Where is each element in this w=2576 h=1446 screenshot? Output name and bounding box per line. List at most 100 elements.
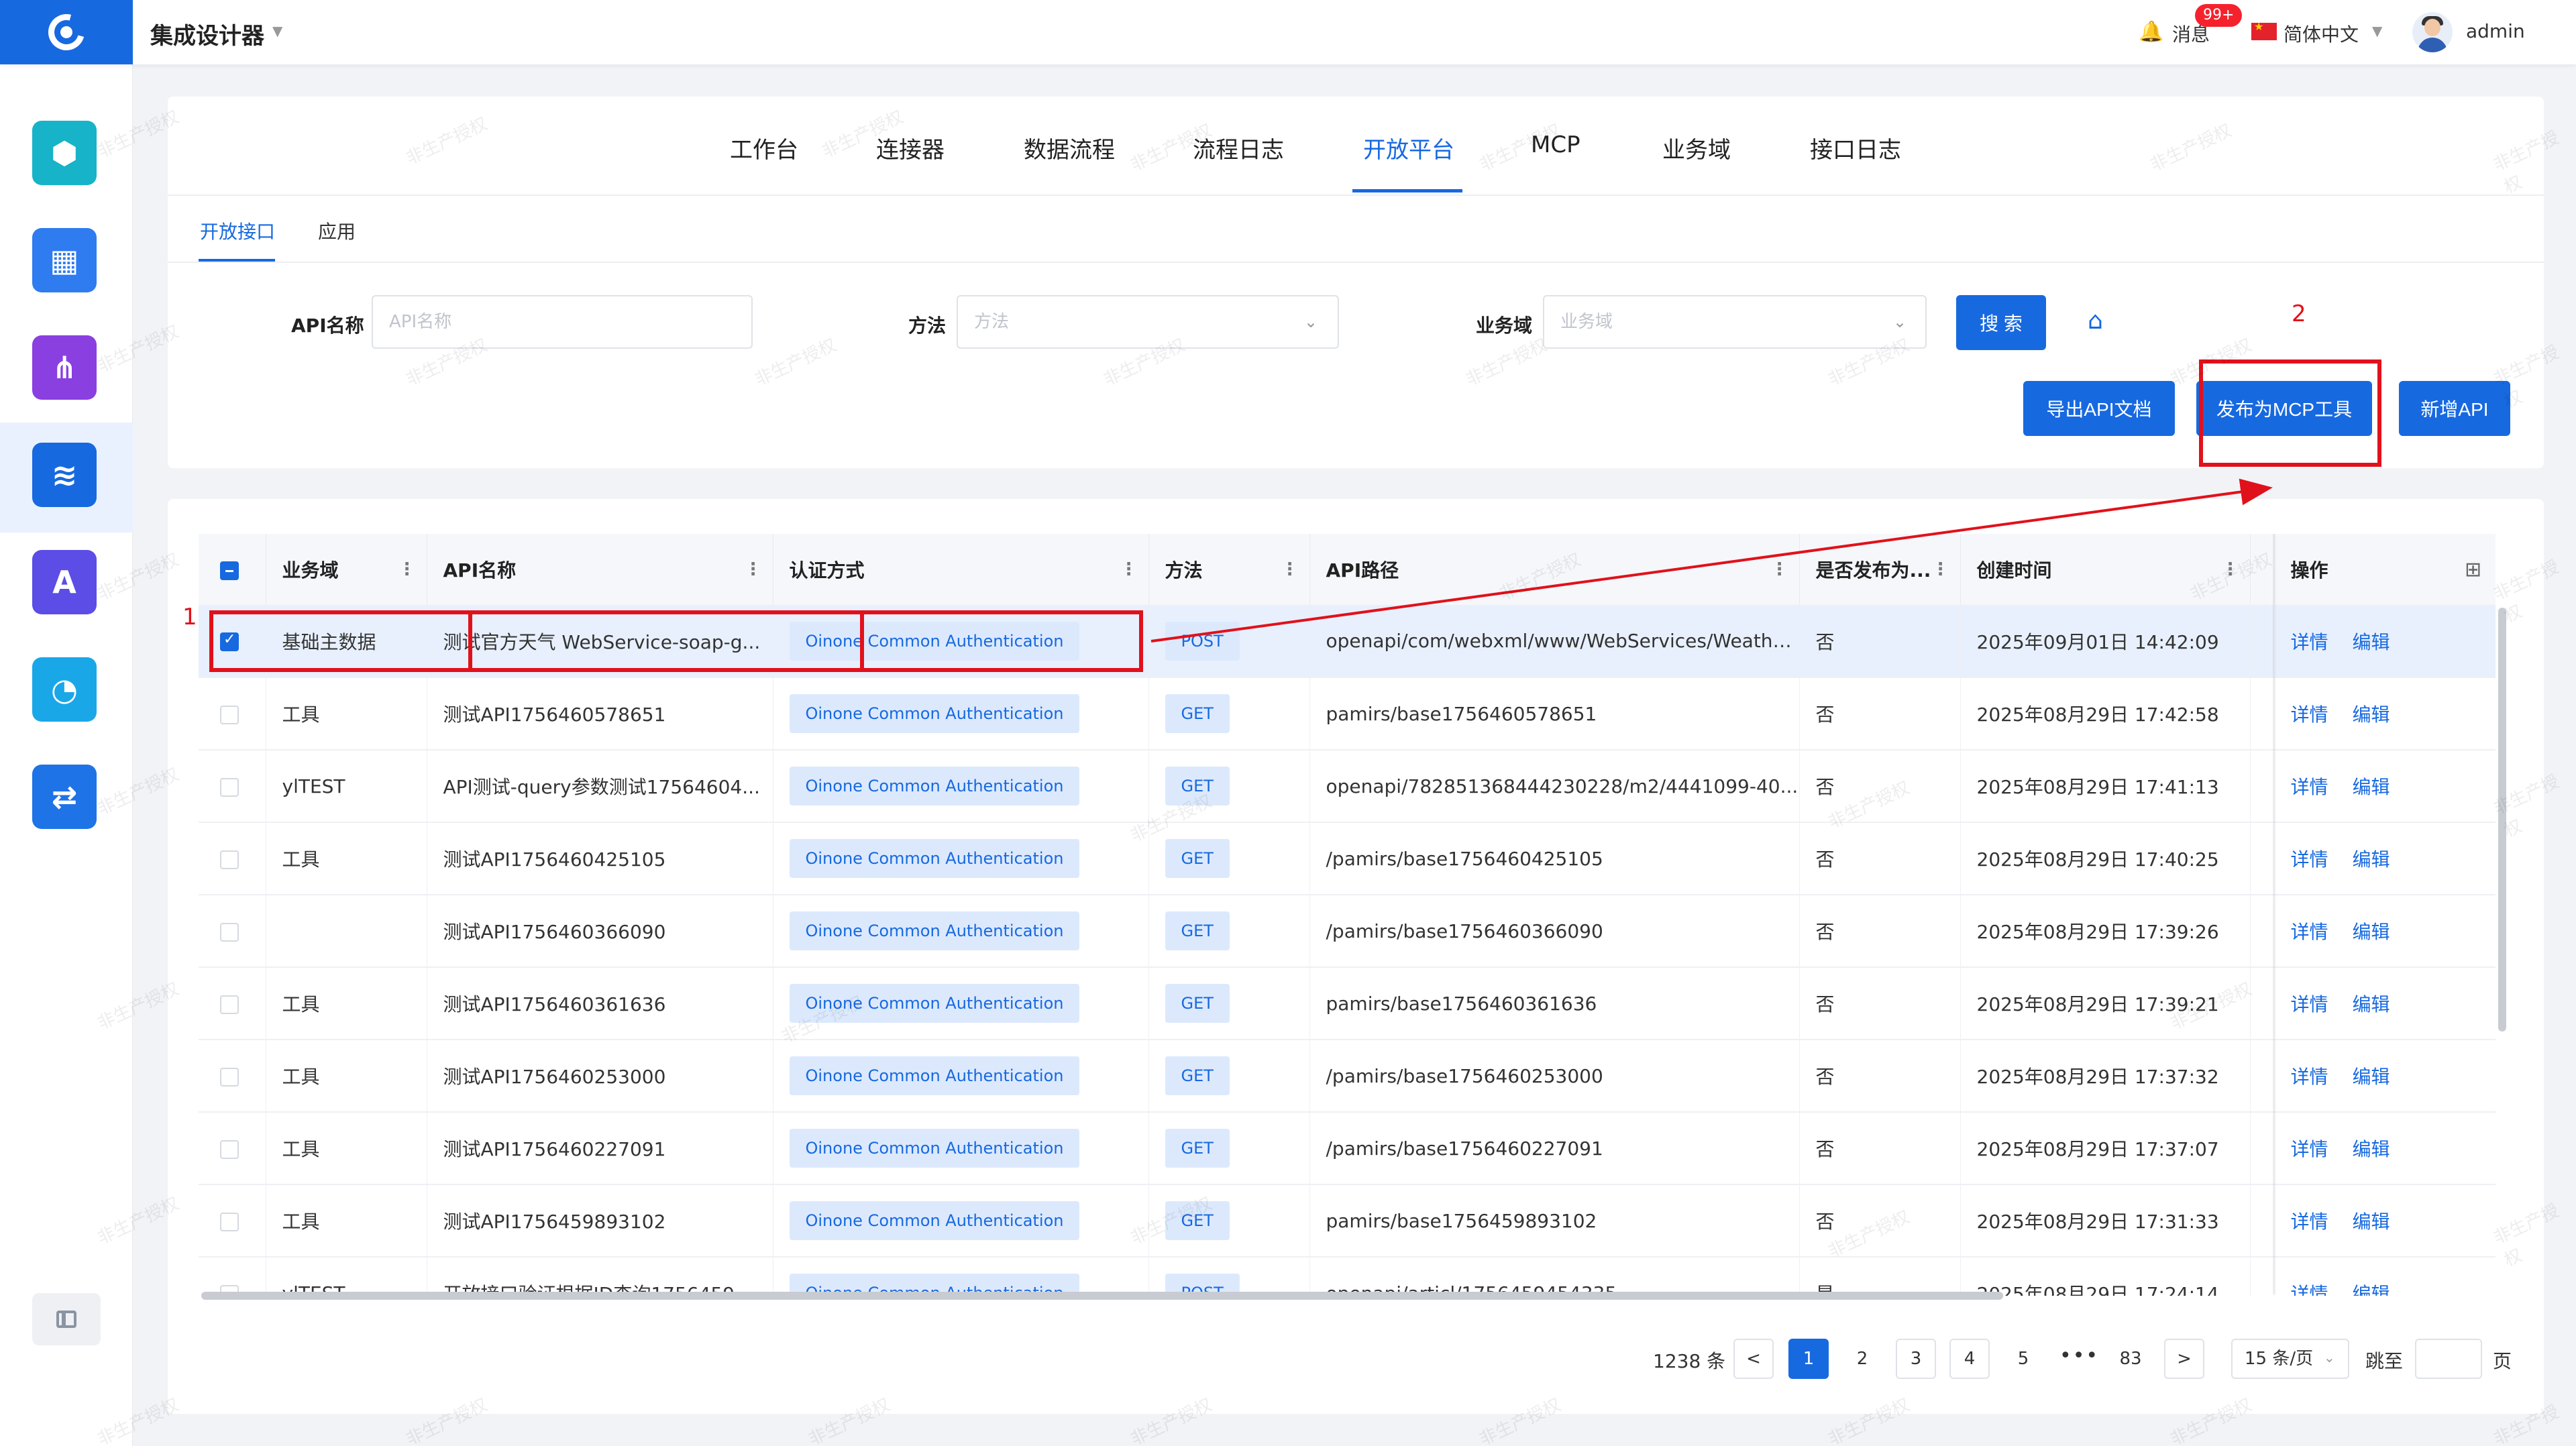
row-checkbox[interactable]: [220, 777, 239, 797]
table-row[interactable]: 测试API1756460366090 Oinone Common Authenti…: [199, 895, 2496, 968]
a-letter-icon[interactable]: A: [32, 550, 97, 614]
row-select-cell[interactable]: [199, 1184, 266, 1258]
reset-broom-icon[interactable]: ⌂: [2088, 307, 2103, 335]
table-row[interactable]: 工具 测试API1756460253000 Oinone Common Authen…: [199, 1040, 2496, 1113]
table-row[interactable]: 工具 测试API1756460578651 Oinone Common Authen…: [199, 677, 2496, 750]
api-name-input[interactable]: [372, 295, 753, 349]
table-row[interactable]: 工具 测试API1756460227091 Oinone Common Authen…: [199, 1112, 2496, 1185]
chevron-down-icon[interactable]: ⌄: [1893, 313, 1907, 331]
column-menu-icon[interactable]: ⋮: [745, 559, 762, 579]
column-menu-icon[interactable]: ⋮: [2222, 559, 2239, 579]
detail-link[interactable]: 详情: [2291, 1138, 2328, 1160]
detail-link[interactable]: 详情: [2291, 1283, 2328, 1296]
table-row[interactable]: 工具 测试API1756459893102 Oinone Common Authen…: [199, 1184, 2496, 1258]
table-row[interactable]: ylTEST 开放接口验证根据ID查询1756459... Oinone Commo…: [199, 1257, 2496, 1296]
search-button[interactable]: 搜 索: [1956, 295, 2046, 350]
edit-link[interactable]: 编辑: [2353, 1211, 2390, 1233]
row-select-cell[interactable]: [199, 1257, 266, 1296]
column-menu-icon[interactable]: ⋮: [398, 559, 416, 579]
row-checkbox[interactable]: [220, 1212, 239, 1231]
row-select-cell[interactable]: [199, 822, 266, 895]
horizontal-scrollbar[interactable]: [201, 1292, 2003, 1300]
tab-workbench[interactable]: 工作台: [730, 131, 798, 164]
pagination-page-3[interactable]: 3: [1896, 1339, 1936, 1379]
row-select-cell[interactable]: [199, 1112, 266, 1185]
edit-link[interactable]: 编辑: [2353, 1066, 2390, 1088]
edit-link[interactable]: 编辑: [2353, 704, 2390, 726]
pagination-page-1[interactable]: 1: [1788, 1339, 1829, 1379]
detail-link[interactable]: 详情: [2291, 776, 2328, 798]
table-row[interactable]: 工具 测试API1756460361636 Oinone Common Authen…: [199, 967, 2496, 1040]
china-flag-icon[interactable]: [2251, 20, 2277, 40]
tab-connectors[interactable]: 连接器: [876, 131, 945, 164]
app-logo[interactable]: [0, 0, 133, 64]
edit-link[interactable]: 编辑: [2353, 1138, 2390, 1160]
column-menu-icon[interactable]: ⋮: [1281, 559, 1299, 579]
pagination-ellipsis[interactable]: •••: [2059, 1344, 2099, 1368]
column-menu-icon[interactable]: ⋮: [1932, 559, 1949, 579]
jump-to-page-input[interactable]: [2415, 1339, 2482, 1379]
vertical-scrollbar[interactable]: [2498, 608, 2506, 1032]
chevron-down-icon[interactable]: ⌄: [2324, 1349, 2335, 1366]
business-domain-select[interactable]: [1543, 295, 1927, 349]
shuffle-icon[interactable]: ⇄: [32, 765, 97, 829]
select-all-checkbox[interactable]: [220, 561, 239, 580]
tab-mcp[interactable]: MCP: [1531, 131, 1580, 158]
pagination-page-2[interactable]: 2: [1842, 1339, 1882, 1379]
tab-open-platform[interactable]: 开放平台: [1363, 131, 1454, 164]
row-select-cell[interactable]: [199, 677, 266, 750]
row-select-cell[interactable]: [199, 750, 266, 823]
pagination-next-button[interactable]: >: [2164, 1339, 2204, 1379]
tab-business-domain[interactable]: 业务域: [1662, 131, 1731, 164]
column-header-api-name[interactable]: API名称 ⋮: [427, 534, 773, 605]
column-header-method[interactable]: 方法 ⋮: [1148, 534, 1310, 605]
chevron-down-icon[interactable]: ⌄: [1304, 313, 1318, 331]
method-select[interactable]: [957, 295, 1339, 349]
column-header-auth[interactable]: 认证方式 ⋮: [773, 534, 1149, 605]
column-header-domain[interactable]: 业务域 ⋮: [266, 534, 427, 605]
tab-api-logs[interactable]: 接口日志: [1810, 131, 1901, 164]
detail-link[interactable]: 详情: [2291, 1211, 2328, 1233]
pagination-page-4[interactable]: 4: [1949, 1339, 1990, 1379]
pagination-prev-button[interactable]: <: [1733, 1339, 1774, 1379]
column-settings-icon[interactable]: ⊞: [2465, 558, 2481, 581]
subtab-open-api[interactable]: 开放接口: [200, 217, 275, 244]
column-header-api-path[interactable]: API路径 ⋮: [1309, 534, 1800, 605]
pagination-page-5[interactable]: 5: [2003, 1339, 2043, 1379]
row-select-cell[interactable]: [199, 1040, 266, 1113]
sidebar-collapse-button[interactable]: [32, 1293, 101, 1345]
table-row[interactable]: ylTEST API测试-query参数测试17564604... Oinone C…: [199, 750, 2496, 823]
select-all-cell[interactable]: [199, 534, 266, 605]
row-select-cell[interactable]: [199, 895, 266, 968]
chevron-down-icon[interactable]: ▼: [2372, 23, 2382, 39]
column-menu-icon[interactable]: ⋮: [1771, 559, 1788, 579]
export-api-doc-button[interactable]: 导出API文档: [2023, 381, 2175, 436]
language-selector[interactable]: 简体中文: [2284, 20, 2359, 47]
detail-link[interactable]: 详情: [2291, 1066, 2328, 1088]
subtab-applications[interactable]: 应用: [318, 217, 356, 244]
add-api-button[interactable]: 新增API: [2399, 381, 2510, 436]
row-checkbox[interactable]: [220, 1139, 239, 1159]
detail-link[interactable]: 详情: [2291, 704, 2328, 726]
tab-data-flow[interactable]: 数据流程: [1024, 131, 1115, 164]
layers-icon[interactable]: ≋: [32, 443, 97, 507]
pie-chart-icon[interactable]: ◔: [32, 657, 97, 722]
column-menu-icon[interactable]: ⋮: [1120, 559, 1138, 579]
user-name[interactable]: admin: [2466, 20, 2525, 42]
column-header-created[interactable]: 创建时间 ⋮: [1960, 534, 2251, 605]
bell-icon[interactable]: 🔔: [2139, 20, 2163, 44]
row-checkbox[interactable]: [220, 705, 239, 724]
pagination-last-page[interactable]: 83: [2110, 1339, 2151, 1379]
edit-link[interactable]: 编辑: [2353, 631, 2390, 653]
flow-icon[interactable]: ⋔: [32, 335, 97, 400]
edit-link[interactable]: 编辑: [2353, 776, 2390, 798]
detail-link[interactable]: 详情: [2291, 993, 2328, 1015]
avatar[interactable]: [2412, 12, 2453, 52]
detail-link[interactable]: 详情: [2291, 848, 2328, 871]
app-title[interactable]: 集成设计器: [150, 17, 264, 50]
edit-link[interactable]: 编辑: [2353, 993, 2390, 1015]
tab-flow-logs[interactable]: 流程日志: [1193, 131, 1284, 164]
row-checkbox[interactable]: [220, 850, 239, 869]
layout-icon[interactable]: ▦: [32, 228, 97, 292]
detail-link[interactable]: 详情: [2291, 921, 2328, 943]
